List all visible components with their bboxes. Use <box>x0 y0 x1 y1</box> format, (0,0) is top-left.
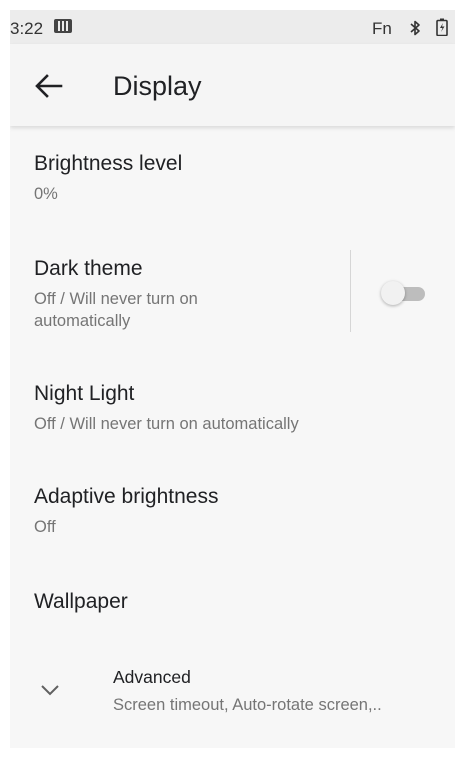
status-bar: 3:22 Fn <box>10 10 455 44</box>
adaptive-brightness-title: Adaptive brightness <box>34 485 219 508</box>
adaptive-brightness-item[interactable]: Adaptive brightness Off <box>10 475 455 555</box>
night-light-title: Night Light <box>34 382 135 405</box>
sim-card-icon <box>54 19 72 33</box>
dark-theme-summary-line2: automatically <box>34 312 131 330</box>
advanced-title: Advanced <box>113 667 191 687</box>
adaptive-brightness-summary: Off <box>34 518 56 536</box>
wallpaper-item[interactable]: Wallpaper <box>10 580 455 640</box>
night-light-summary: Off / Will never turn on automatically <box>34 415 299 433</box>
dark-theme-item[interactable]: Dark theme Off / Will never turn on auto… <box>10 248 350 342</box>
advanced-summary: Screen timeout, Auto-rotate screen,.. <box>113 696 382 714</box>
wallpaper-title: Wallpaper <box>34 590 128 613</box>
app-bar: Display <box>10 44 455 126</box>
chevron-down-icon <box>41 685 59 696</box>
status-time: 3:22 <box>10 19 44 38</box>
dark-theme-summary-line1: Off / Will never turn on <box>34 290 198 308</box>
toggle-thumb <box>381 281 405 305</box>
dark-theme-toggle[interactable] <box>381 280 429 306</box>
page-title: Display <box>113 71 202 101</box>
advanced-item[interactable] <box>10 650 455 730</box>
bluetooth-icon <box>410 20 420 36</box>
dark-theme-title: Dark theme <box>34 257 143 280</box>
brightness-level-item[interactable]: Brightness level 0% <box>10 142 455 222</box>
night-light-item[interactable]: Night Light Off / Will never turn on aut… <box>10 372 455 452</box>
battery-charging-icon <box>436 18 448 36</box>
arrow-left-icon[interactable] <box>34 73 64 99</box>
fn-indicator: Fn <box>372 19 392 38</box>
brightness-level-summary: 0% <box>34 185 58 203</box>
display-settings-screen: 3:22 Fn Display Brightness level 0% Dark… <box>10 10 455 748</box>
brightness-level-title: Brightness level <box>34 152 183 175</box>
toggle-divider <box>350 250 351 332</box>
